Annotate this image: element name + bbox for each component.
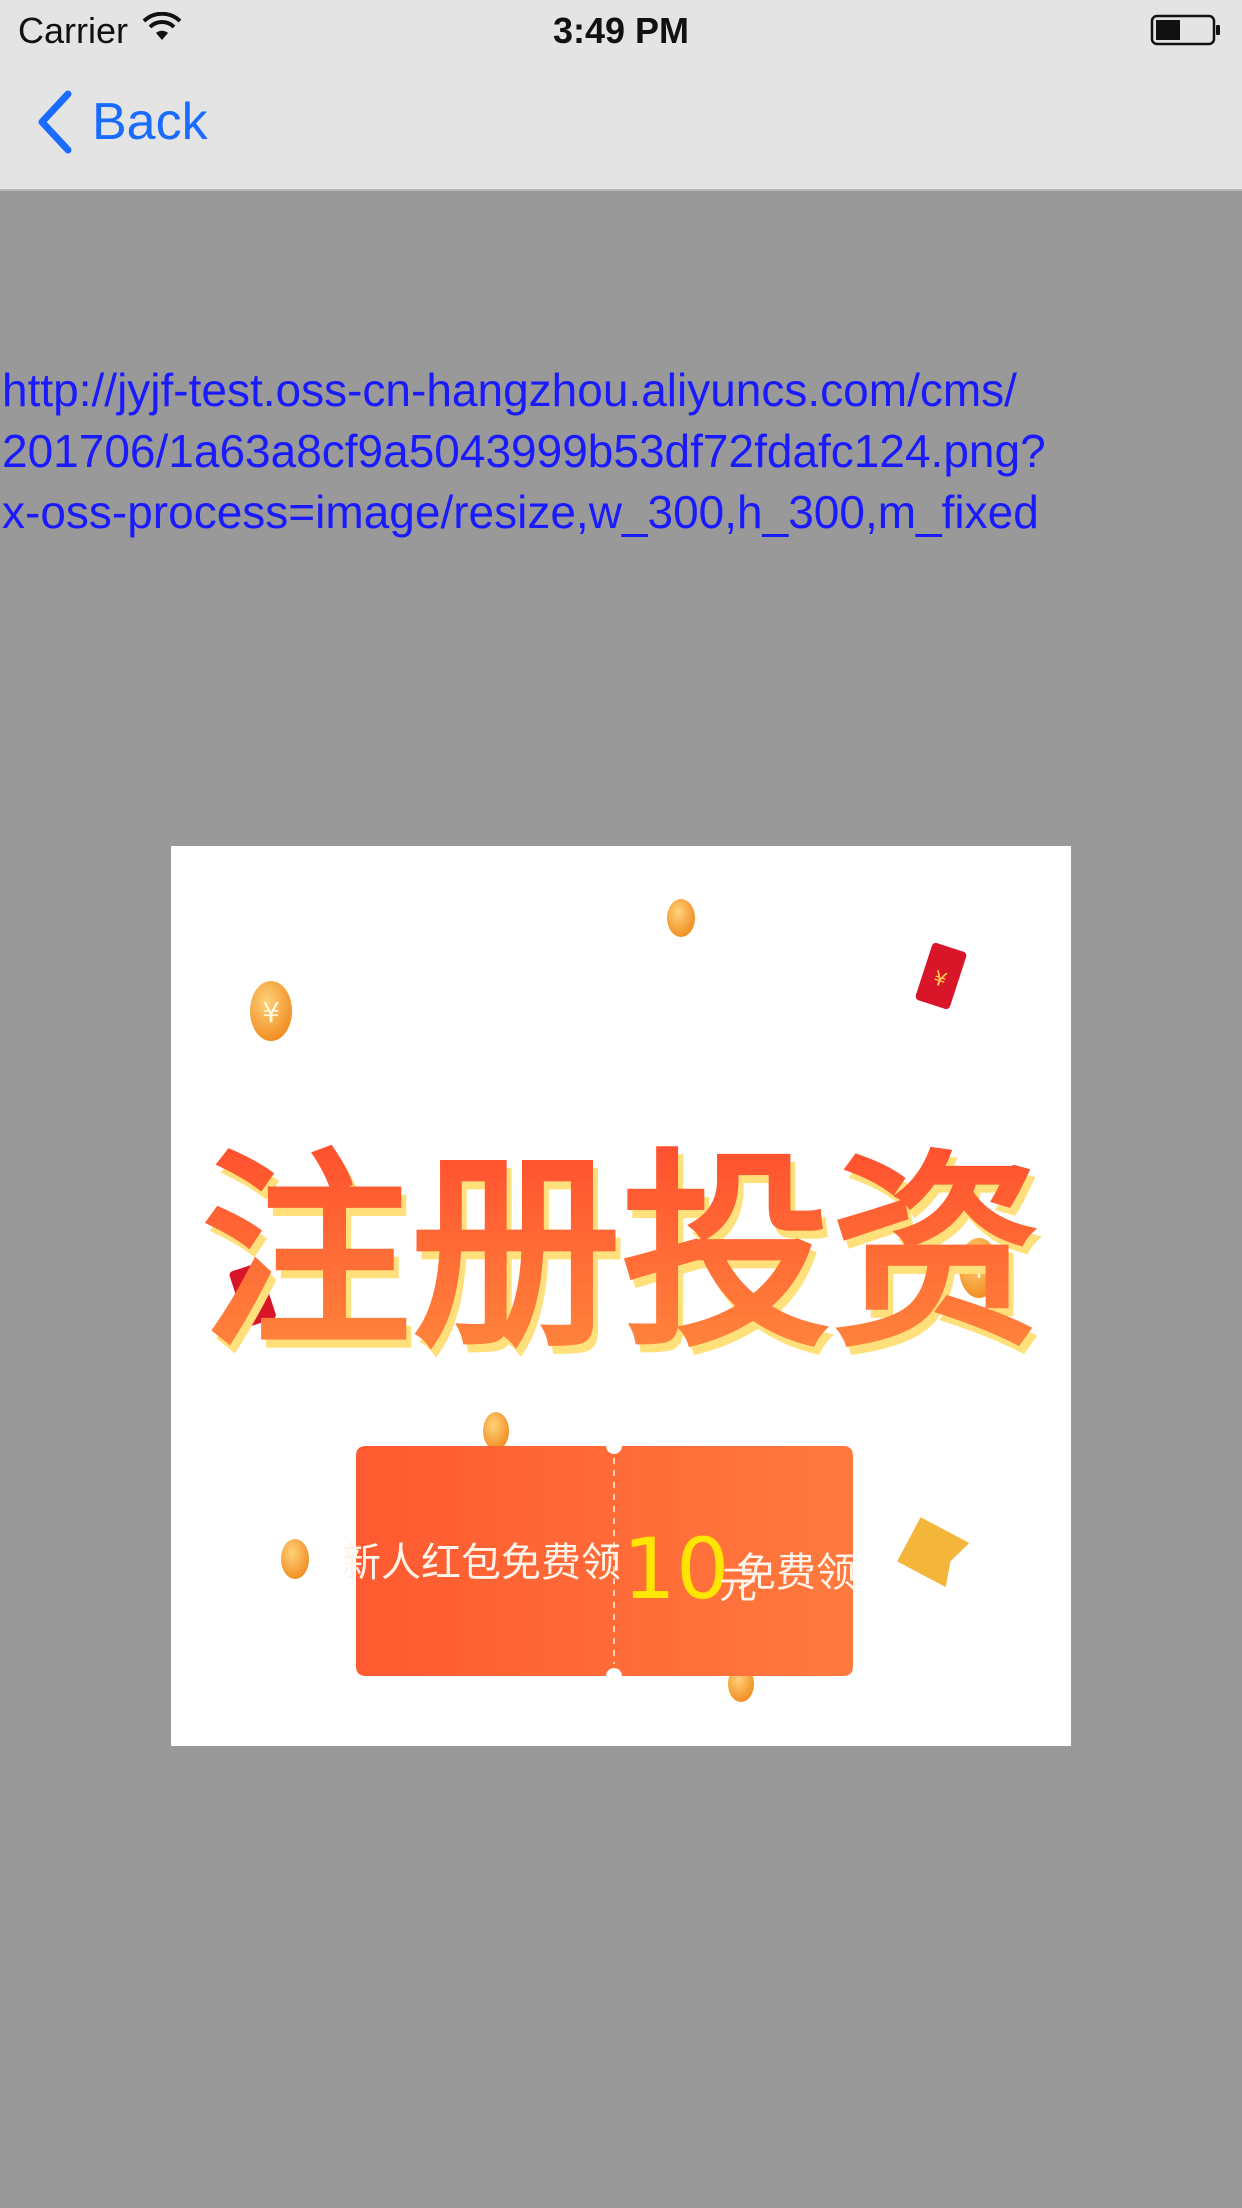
battery-icon bbox=[1150, 14, 1220, 46]
top-bar: Carrier 3:49 PM Back bbox=[0, 0, 1242, 191]
coin-icon: ¥ bbox=[250, 981, 292, 1041]
headline-text: 注册投资 bbox=[201, 1131, 1041, 1376]
coin-icon bbox=[667, 899, 695, 937]
coin-icon bbox=[281, 1539, 309, 1579]
chevron-left-icon bbox=[38, 90, 72, 154]
ticket-left-text: 新人红包免费领 bbox=[341, 1540, 621, 1586]
status-bar: Carrier 3:49 PM bbox=[0, 0, 1242, 60]
coin-symbol: ¥ bbox=[262, 996, 280, 1029]
back-label: Back bbox=[92, 93, 208, 151]
image-url-text: http://jyjf-test.oss-cn-hangzhou.aliyunc… bbox=[2, 364, 1046, 538]
back-button[interactable]: Back bbox=[34, 90, 208, 154]
ticket-right-text: 免费领 bbox=[736, 1550, 856, 1596]
promo-banner-image: ¥ ¥ ¥ ¥ 注册投资 注册投资 新人红包免费领 10 元 免费领 bbox=[171, 846, 1071, 1746]
navigation-bar: Back bbox=[0, 60, 1242, 190]
coupon-ribbon-icon bbox=[897, 1517, 970, 1588]
red-packet-icon: ¥ bbox=[915, 942, 967, 1010]
ticket-amount: 10 bbox=[623, 1520, 730, 1618]
coin-icon bbox=[483, 1412, 509, 1450]
ticket-banner: 新人红包免费领 10 元 免费领 bbox=[341, 1446, 856, 1676]
promo-banner-graphic: ¥ ¥ ¥ ¥ 注册投资 注册投资 新人红包免费领 10 元 免费领 bbox=[201, 899, 1046, 1702]
status-time: 3:49 PM bbox=[552, 10, 690, 51]
